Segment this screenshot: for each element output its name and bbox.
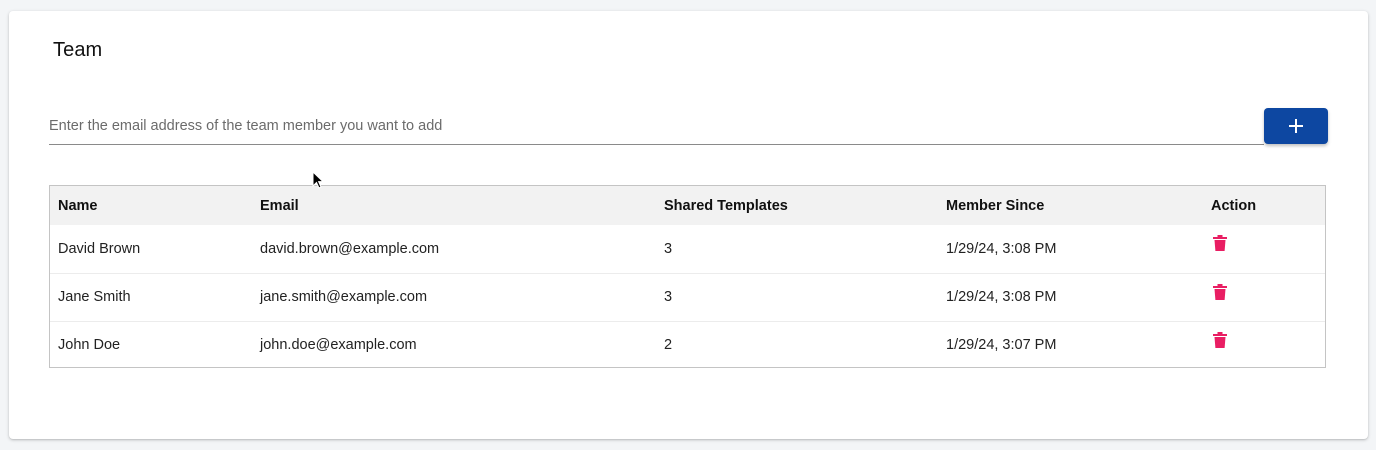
member-shared-templates: 3 (664, 289, 673, 305)
member-name: Jane Smith (58, 289, 131, 305)
column-header-member-since: Member Since (946, 197, 1045, 214)
member-email: david.brown@example.com (260, 240, 440, 257)
member-shared-templates: 2 (664, 337, 673, 354)
trash-icon (1213, 235, 1227, 251)
member-action-cell (1203, 273, 1325, 321)
column-header-action: Action (1211, 197, 1257, 214)
email-field-container (49, 108, 1264, 145)
member-email: jane.smith@example.com (260, 289, 428, 305)
delete-member-button[interactable] (1213, 235, 1231, 253)
column-header-email: Email (260, 197, 299, 214)
mouse-pointer-icon (312, 171, 324, 189)
member-since: 1/29/24, 3:08 PM (946, 289, 1057, 305)
plus-icon (1289, 119, 1303, 133)
member-email: john.doe@example.com (260, 337, 417, 354)
member-shared-templates: 3 (664, 240, 673, 257)
member-since: 1/29/24, 3:07 PM (946, 337, 1057, 354)
add-member-button[interactable] (1264, 108, 1328, 144)
delete-member-button[interactable] (1213, 283, 1231, 302)
delete-member-button[interactable] (1213, 331, 1231, 350)
member-name: John Doe (58, 337, 121, 354)
table-row: John Doe john.doe@example.com 2 1/29/24,… (50, 321, 1325, 367)
member-action-cell (1203, 225, 1325, 273)
team-members-table: Name Email Shared Templates Member Since… (49, 185, 1326, 368)
table-row: David Brown david.brown@example.com 3 1/… (50, 225, 1325, 273)
trash-icon (1213, 331, 1227, 348)
table-header: Name Email Shared Templates Member Since… (50, 186, 1325, 225)
table-row: Jane Smith jane.smith@example.com 3 1/29… (50, 273, 1325, 321)
column-header-name: Name (58, 197, 98, 214)
column-header-shared-templates: Shared Templates (664, 197, 788, 214)
member-action-cell (1203, 321, 1325, 367)
member-since: 1/29/24, 3:08 PM (946, 240, 1057, 257)
add-member-email-input[interactable] (49, 108, 1264, 144)
page-title: Team (53, 39, 103, 61)
team-card: Team Name Email Shared Templates (9, 11, 1368, 439)
member-name: David Brown (58, 240, 141, 257)
trash-icon (1213, 283, 1227, 300)
